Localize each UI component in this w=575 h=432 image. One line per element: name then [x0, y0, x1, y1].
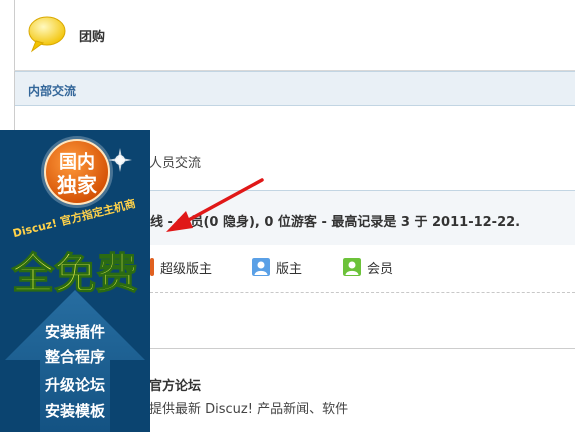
online-status-bar: 线 - 会员(0 隐身), 0 位游客 - 最高记录是 3 于 2011-12-…	[150, 190, 575, 245]
speech-bubble-icon	[28, 16, 66, 53]
ad-headline: 全免费	[11, 249, 138, 298]
legend-label: 会员	[367, 261, 394, 277]
badge-line1: 国内	[59, 151, 95, 173]
legend-member: 会员	[343, 255, 393, 279]
super-moderator-icon	[150, 258, 154, 276]
forum-row-tuangou[interactable]: 团购	[15, 0, 575, 70]
official-forum-title[interactable]: 官方论坛	[149, 375, 201, 394]
badge-line2: 独家	[57, 173, 98, 197]
ad-graphic: 国内 独家 Discuz! 官方指定主机商 全免费 安装插件 整合程序 升级论坛…	[0, 130, 150, 432]
forum-name[interactable]: 团购	[79, 26, 105, 45]
dashed-divider	[150, 292, 575, 293]
ad-item: 安装模板	[45, 402, 106, 420]
user-icon	[252, 258, 270, 276]
legend-super-moderator: 超级版主	[150, 255, 212, 279]
ad-item: 整合程序	[45, 348, 105, 366]
forum-description: 人员交流	[149, 156, 202, 171]
user-icon	[343, 258, 361, 276]
category-title[interactable]: 内部交流	[28, 82, 76, 99]
hosting-ad-banner[interactable]: 国内 独家 Discuz! 官方指定主机商 全免费 安装插件 整合程序 升级论坛…	[0, 130, 150, 432]
online-status-text: 线 - 会员(0 隐身), 0 位游客 - 最高记录是 3 于 2011-12-…	[150, 215, 521, 230]
ad-item: 安装插件	[45, 323, 105, 341]
divider	[150, 348, 575, 349]
legend-moderator: 版主	[252, 255, 302, 279]
legend-label: 版主	[276, 261, 303, 277]
category-header: 内部交流	[15, 71, 575, 106]
official-forum-description: 提供最新 Discuz! 产品新闻、软件	[149, 402, 349, 417]
legend-label: 超级版主	[160, 261, 213, 277]
ad-item: 升级论坛	[45, 376, 105, 394]
